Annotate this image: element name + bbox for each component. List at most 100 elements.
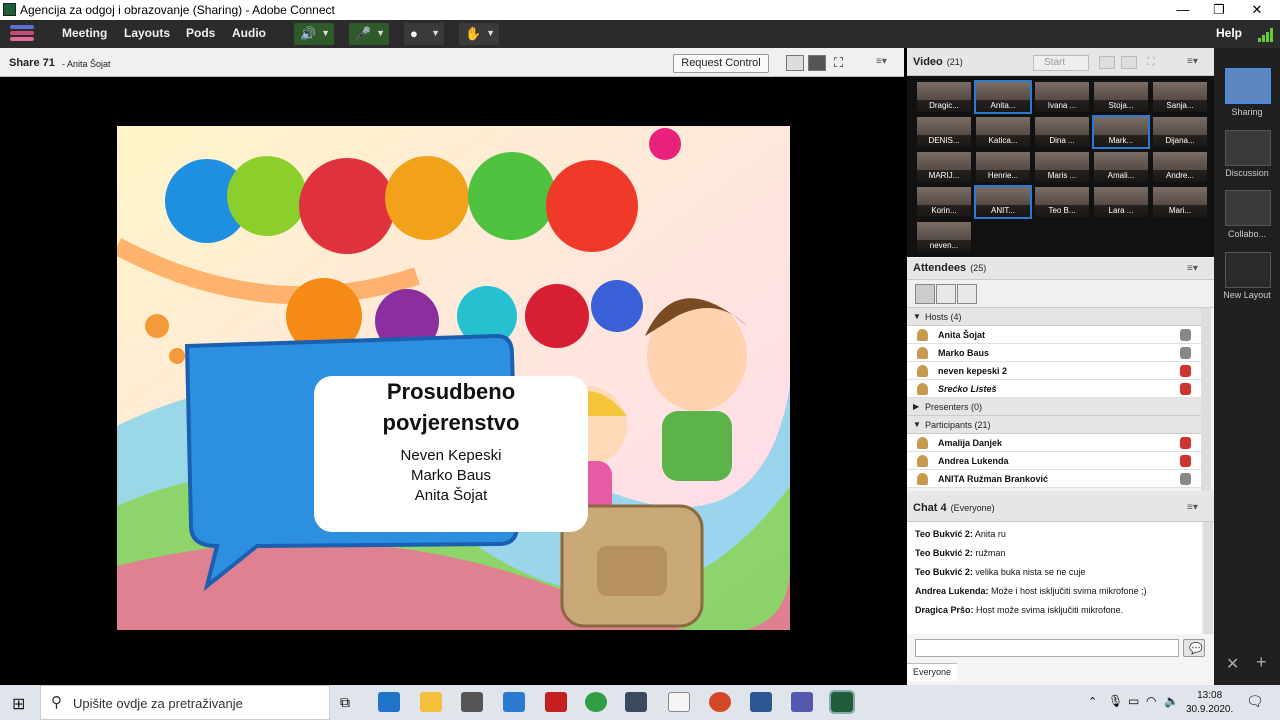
video-tile[interactable]: DENIS...: [917, 117, 971, 147]
fit-screen-icon[interactable]: [808, 55, 826, 71]
hosts-section-header[interactable]: ▼ Hosts (4): [907, 308, 1201, 326]
webcam-toggle-button[interactable]: ● ▼: [404, 23, 444, 45]
participants-section-header[interactable]: ▼ Participants (21): [907, 416, 1201, 434]
attendee-row[interactable]: Anita Šojat: [907, 326, 1201, 344]
video-tile[interactable]: Andre...: [1153, 152, 1207, 182]
tools-icon[interactable]: ✕: [1226, 654, 1239, 674]
acrobat-icon[interactable]: [545, 692, 567, 712]
menu-layouts[interactable]: Layouts: [124, 26, 170, 40]
chat-text: Anita ru: [974, 529, 1006, 539]
attendee-row[interactable]: Srećko Listeš: [907, 380, 1201, 398]
layout-discussion-thumbnail[interactable]: [1225, 130, 1271, 166]
attendee-row[interactable]: Marko Baus: [907, 344, 1201, 362]
video-tile[interactable]: Lara ...: [1094, 187, 1148, 217]
video-tile[interactable]: Dina ...: [1035, 117, 1089, 147]
video-tile[interactable]: Mari...: [1153, 187, 1207, 217]
store-icon[interactable]: [461, 692, 483, 712]
breakout-view-icon[interactable]: [936, 284, 956, 304]
powerpoint-icon[interactable]: [709, 692, 731, 712]
chat-input[interactable]: [915, 639, 1179, 657]
wifi-icon[interactable]: ◠: [1146, 694, 1156, 708]
volume-icon[interactable]: 🔈: [1164, 694, 1179, 708]
battery-icon[interactable]: ▭: [1128, 694, 1139, 708]
file-explorer-icon[interactable]: [420, 692, 442, 712]
video-tile[interactable]: ANIT...: [974, 185, 1032, 219]
layout-sharing-label[interactable]: Sharing: [1214, 107, 1280, 117]
chat-send-button[interactable]: 💬: [1183, 639, 1205, 657]
request-control-button[interactable]: Request Control: [673, 54, 769, 73]
menu-pods[interactable]: Pods: [186, 26, 215, 40]
close-button[interactable]: ✕: [1242, 2, 1272, 18]
microphone-status-icon: [1180, 329, 1191, 341]
video-tile[interactable]: MARIJ...: [917, 152, 971, 182]
video-pod-menu-icon[interactable]: ≡▾: [1187, 56, 1198, 67]
chrome-icon[interactable]: [585, 692, 607, 712]
add-layout-icon[interactable]: +: [1256, 652, 1267, 673]
menu-audio[interactable]: Audio: [232, 26, 266, 40]
attendee-row[interactable]: Amalija Danjek: [907, 434, 1201, 452]
microphone-toggle-button[interactable]: 🎤 ▼: [349, 23, 389, 45]
video-tile[interactable]: Dragic...: [917, 82, 971, 112]
video-grid-view-icon[interactable]: [1099, 56, 1115, 69]
video-start-button[interactable]: Start: [1033, 55, 1089, 71]
status-view-icon[interactable]: [957, 284, 977, 304]
video-tile[interactable]: Dijana...: [1153, 117, 1207, 147]
title-letter-bubble: [546, 160, 638, 252]
notifications-icon[interactable]: 🗨: [1246, 693, 1264, 710]
task-view-icon[interactable]: ⧉: [340, 694, 350, 711]
video-tile[interactable]: Korin...: [917, 187, 971, 217]
attendee-row[interactable]: Andrea Lukenda: [907, 452, 1201, 470]
layout-sharing-thumbnail[interactable]: [1225, 68, 1271, 104]
video-tile[interactable]: Mark...: [1092, 115, 1150, 149]
raise-hand-button[interactable]: ✋ ▼: [459, 23, 499, 45]
chevron-down-icon: ▼: [376, 28, 385, 38]
fit-width-icon[interactable]: [786, 55, 804, 71]
system-clock[interactable]: 13:08 30.9.2020.: [1186, 689, 1233, 717]
video-filmstrip-icon[interactable]: [1121, 56, 1137, 69]
layout-collaboration-label[interactable]: Collabo...: [1214, 229, 1280, 239]
presenters-section-header[interactable]: ▶ Presenters (0): [907, 398, 1201, 416]
windows-start-icon[interactable]: ⊞: [12, 694, 25, 714]
share-pod-menu-icon[interactable]: ≡▾: [876, 56, 887, 67]
show-hidden-icons-icon[interactable]: ⌃: [1088, 695, 1097, 708]
speaker-toggle-button[interactable]: 🔊 ▼: [294, 23, 334, 45]
video-tile[interactable]: Teo B...: [1035, 187, 1089, 217]
video-tile[interactable]: Ivana ...: [1035, 82, 1089, 112]
minimize-button[interactable]: —: [1168, 2, 1198, 17]
layout-collaboration-thumbnail[interactable]: [1225, 190, 1271, 226]
word-icon[interactable]: [750, 692, 772, 712]
menu-meeting[interactable]: Meeting: [62, 26, 107, 40]
teams-icon[interactable]: [791, 692, 813, 712]
video-fullscreen-icon[interactable]: ⛶: [1147, 56, 1163, 69]
video-tile[interactable]: neven...: [917, 222, 971, 252]
chat-message: Andrea Lukenda: Može i host isključiti s…: [915, 586, 1147, 596]
video-tile[interactable]: Maris ...: [1035, 152, 1089, 182]
video-tile[interactable]: Henrie...: [976, 152, 1030, 182]
mail-icon[interactable]: [503, 692, 525, 712]
document-icon[interactable]: [668, 692, 690, 712]
adobe-connect-taskbar-icon[interactable]: [829, 690, 855, 714]
attendee-row[interactable]: ANITA Ružman Branković: [907, 470, 1201, 488]
attendees-scrollbar[interactable]: [1201, 308, 1211, 491]
video-tile[interactable]: Katica...: [976, 117, 1030, 147]
video-tile[interactable]: Amali...: [1094, 152, 1148, 182]
fullscreen-icon[interactable]: ⛶: [834, 55, 852, 71]
menu-help[interactable]: Help: [1216, 26, 1242, 40]
layout-new-label[interactable]: New Layout: [1214, 290, 1280, 300]
chat-tab-everyone[interactable]: Everyone: [907, 663, 957, 681]
app-icon[interactable]: [625, 692, 647, 712]
maximize-button[interactable]: ❐: [1204, 2, 1234, 18]
chat-scrollbar[interactable]: [1203, 522, 1213, 634]
list-view-icon[interactable]: [915, 284, 935, 304]
edge-browser-icon[interactable]: [378, 692, 400, 712]
video-tile[interactable]: Anita...: [974, 80, 1032, 114]
video-tile[interactable]: Sanja...: [1153, 82, 1207, 112]
layout-new-thumbnail[interactable]: [1225, 252, 1271, 288]
video-tile[interactable]: Stoja...: [1094, 82, 1148, 112]
layout-discussion-label[interactable]: Discussion: [1214, 168, 1280, 178]
microphone-tray-icon[interactable]: 🎙: [1108, 694, 1123, 708]
attendee-row[interactable]: neven kepeski 2: [907, 362, 1201, 380]
chat-pod-menu-icon[interactable]: ≡▾: [1187, 502, 1198, 513]
attendees-pod-menu-icon[interactable]: ≡▾: [1187, 263, 1198, 274]
taskbar-search-box[interactable]: ⚲ Upišite ovdje za pretraživanje: [40, 685, 330, 720]
